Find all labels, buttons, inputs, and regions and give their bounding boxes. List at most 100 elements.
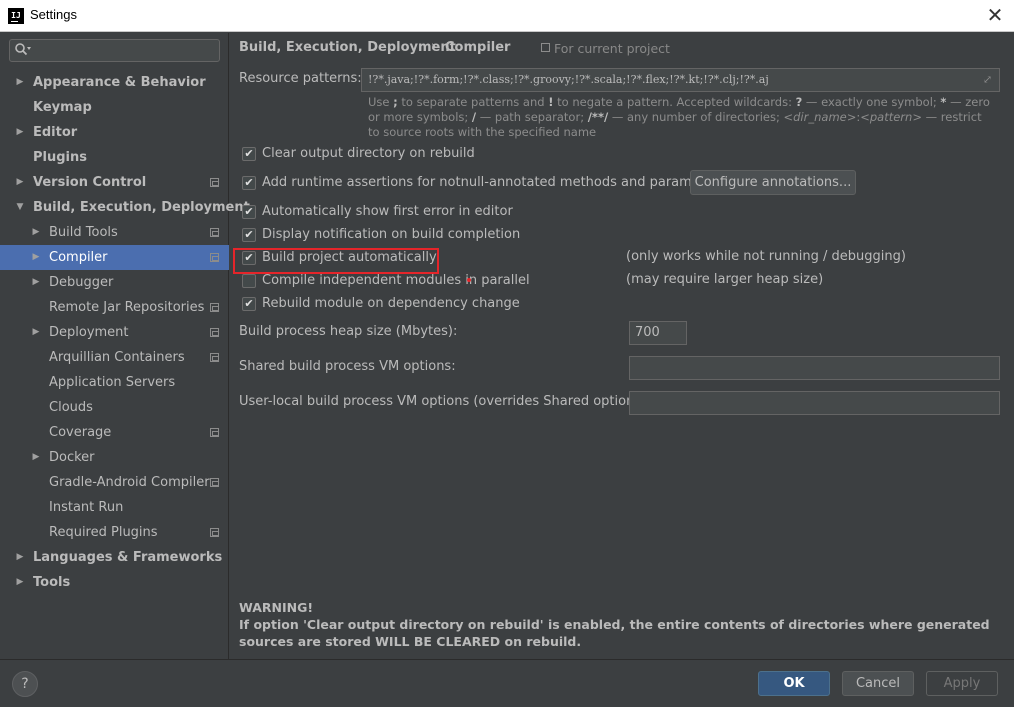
collapsed-arrow-icon[interactable]: ▶ (31, 320, 41, 345)
window-title: Settings (30, 7, 77, 22)
title-bar: IJ Settings ✕ (0, 0, 1014, 32)
checkbox-box[interactable]: ✔ (242, 205, 256, 219)
collapsed-arrow-icon[interactable]: ▶ (31, 445, 41, 470)
checkbox-box[interactable]: ✔ (242, 147, 256, 161)
breadcrumb-parent: Build, Execution, Deployment (239, 40, 456, 55)
project-scope-icon (210, 528, 219, 537)
heap-size-label: Build process heap size (Mbytes): (239, 324, 458, 339)
runtime-assertions-label: Add runtime assertions for notnull-annot… (262, 175, 726, 190)
expanded-arrow-icon[interactable]: ▼ (15, 195, 25, 220)
tree-item[interactable]: ▶ Compiler (0, 245, 229, 270)
checkbox-box[interactable]: ✔ (242, 228, 256, 242)
tree-item[interactable]: Gradle-Android Compiler (0, 470, 229, 495)
tree-item-label: Deployment (49, 325, 129, 340)
configure-annotations-button[interactable]: Configure annotations... (690, 170, 856, 195)
tree-item-label: Coverage (49, 425, 112, 440)
close-icon[interactable]: ✕ (984, 4, 1006, 26)
warning-title: WARNING! (239, 600, 314, 615)
expand-icon[interactable]: ⤢ (983, 74, 995, 86)
tree-item[interactable]: Keymap (0, 95, 229, 120)
tree-item[interactable]: Remote Jar Repositories (0, 295, 229, 320)
project-scope-icon (210, 353, 219, 362)
tree-item[interactable]: ▶ Deployment (0, 320, 229, 345)
checkbox-box[interactable]: ✔ (242, 176, 256, 190)
tree-item[interactable]: ▶ Debugger (0, 270, 229, 295)
collapsed-arrow-icon[interactable]: ▶ (15, 120, 25, 145)
project-scope-icon (210, 303, 219, 312)
build-automatically-note: (only works while not running / debuggin… (626, 249, 906, 264)
warning-text: If option 'Clear output directory on reb… (239, 617, 990, 649)
collapsed-arrow-icon[interactable]: ▶ (31, 220, 41, 245)
resource-patterns-value: !?*.java;!?*.form;!?*.class;!?*.groovy;!… (368, 73, 769, 86)
shared-vm-options-input[interactable] (629, 356, 1000, 380)
project-scope-icon (210, 253, 219, 262)
heap-size-input[interactable]: 700 (629, 321, 687, 345)
tree-item-label: Application Servers (49, 375, 176, 390)
clear-output-label: Clear output directory on rebuild (262, 146, 475, 161)
tree-item-label: Keymap (33, 100, 92, 115)
tree-item[interactable]: ▶ Languages & Frameworks (0, 545, 229, 570)
tree-item-label: Appearance & Behavior (33, 75, 206, 90)
shared-vm-options-label: Shared build process VM options: (239, 359, 456, 374)
tree-item[interactable]: ▶ Tools (0, 570, 229, 595)
user-local-vm-options-label: User-local build process VM options (ove… (239, 394, 651, 409)
tree-item-label: Version Control (33, 175, 147, 190)
help-button[interactable]: ? (12, 671, 38, 697)
project-scope-icon (541, 43, 550, 52)
search-input[interactable] (9, 39, 220, 62)
apply-button[interactable]: Apply (926, 671, 998, 696)
tree-item[interactable]: Application Servers (0, 370, 229, 395)
project-scope-icon (210, 428, 219, 437)
tree-item[interactable]: Coverage (0, 420, 229, 445)
ok-button[interactable]: OK (758, 671, 830, 696)
resource-patterns-hint: Use ; to separate patterns and ! to nega… (368, 95, 990, 139)
checkbox-box[interactable]: ✔ (242, 297, 256, 311)
resource-patterns-label: Resource patterns: (239, 71, 362, 86)
red-highlight-box (233, 248, 439, 274)
tree-item-label: Tools (33, 575, 71, 590)
breadcrumb-separator: › (431, 39, 437, 54)
tree-item[interactable]: ▶ Editor (0, 120, 229, 145)
intellij-app-icon: IJ (8, 8, 24, 24)
tree-item-label: Debugger (49, 275, 114, 290)
checkbox-box[interactable] (242, 274, 256, 288)
tree-item-label: Docker (49, 450, 95, 465)
collapsed-arrow-icon[interactable]: ▶ (15, 70, 25, 95)
collapsed-arrow-icon[interactable]: ▶ (31, 245, 41, 270)
resource-patterns-input[interactable]: !?*.java;!?*.form;!?*.class;!?*.groovy;!… (361, 68, 1000, 92)
tree-item-label: Gradle-Android Compiler (49, 475, 210, 490)
collapsed-arrow-icon[interactable]: ▶ (15, 545, 25, 570)
tree-item[interactable]: Arquillian Containers (0, 345, 229, 370)
red-dot-marker (467, 278, 471, 282)
show-first-error-label: Automatically show first error in editor (262, 204, 513, 219)
tree-item[interactable]: Plugins (0, 145, 229, 170)
tree-item-label: Required Plugins (49, 525, 158, 540)
tree-item[interactable]: ▶ Version Control (0, 170, 229, 195)
tree-item-label: Arquillian Containers (49, 350, 185, 365)
tree-item[interactable]: Required Plugins (0, 520, 229, 545)
tree-item-label: Remote Jar Repositories (49, 300, 205, 315)
rebuild-dependency-label: Rebuild module on dependency change (262, 296, 520, 311)
collapsed-arrow-icon[interactable]: ▶ (15, 170, 25, 195)
collapsed-arrow-icon[interactable]: ▶ (15, 570, 25, 595)
tree-item[interactable]: ▶ Docker (0, 445, 229, 470)
scope-label: For current project (554, 41, 670, 56)
cancel-button[interactable]: Cancel (842, 671, 914, 696)
settings-sidebar: ▶ Appearance & Behavior Keymap ▶ Editor Plugi… (0, 33, 250, 659)
compile-parallel-note: (may require larger heap size) (626, 272, 824, 287)
user-local-vm-options-input[interactable] (629, 391, 1000, 415)
tree-item[interactable]: ▼ Build, Execution, Deployment (0, 195, 250, 220)
tree-item[interactable]: ▶ Appearance & Behavior (0, 70, 229, 95)
tree-item[interactable]: Clouds (0, 395, 229, 420)
project-scope-icon (210, 478, 219, 487)
project-scope-icon (210, 178, 219, 187)
tree-item[interactable]: Instant Run (0, 495, 229, 520)
search-icon[interactable] (14, 42, 32, 59)
tree-item-label: Plugins (33, 150, 87, 165)
tree-item-label: Instant Run (49, 500, 124, 515)
compiler-settings-panel: Build, Execution, Deployment › Compiler … (230, 33, 1014, 659)
tree-item-label: Build Tools (49, 225, 118, 240)
tree-item[interactable]: ▶ Build Tools (0, 220, 229, 245)
warning-message: WARNING! If option 'Clear output directo… (239, 599, 999, 650)
collapsed-arrow-icon[interactable]: ▶ (31, 270, 41, 295)
